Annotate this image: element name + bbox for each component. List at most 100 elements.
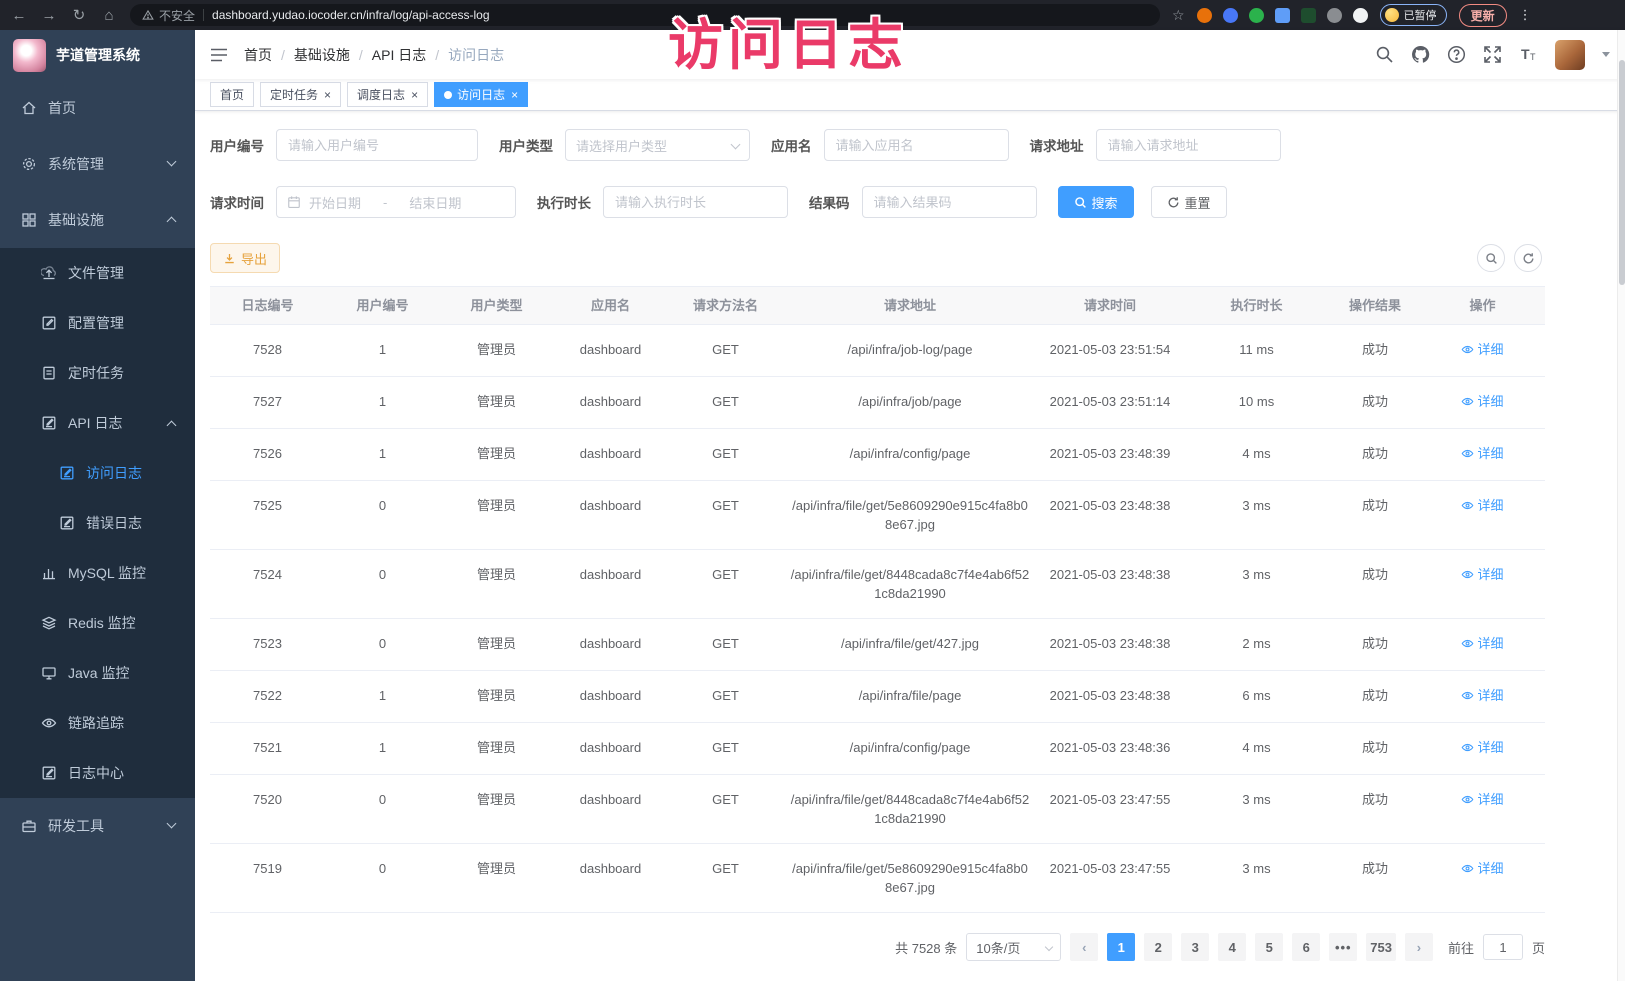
table-cell-action: 详细 <box>1420 619 1545 670</box>
fullscreen-icon[interactable] <box>1483 45 1502 64</box>
extension-orange-icon[interactable] <box>1197 8 1212 23</box>
reset-button[interactable]: 重置 <box>1151 186 1227 218</box>
breadcrumb-item[interactable]: API 日志 <box>372 45 426 65</box>
sidebar-item-错误日志[interactable]: 错误日志 <box>0 498 195 548</box>
help-icon[interactable] <box>1447 45 1466 64</box>
reload-icon[interactable]: ↻ <box>70 8 88 23</box>
detail-link[interactable]: 详细 <box>1461 859 1503 878</box>
tab-定时任务[interactable]: 定时任务× <box>260 82 341 107</box>
extension-green-icon[interactable] <box>1249 8 1264 23</box>
extension-shield-icon[interactable] <box>1223 8 1238 23</box>
app-logo-row[interactable]: 芋道管理系统 <box>0 30 195 80</box>
app-name-input[interactable] <box>824 129 1009 161</box>
close-icon[interactable]: × <box>411 89 418 101</box>
sidebar-item-MySQL 监控[interactable]: MySQL 监控 <box>0 548 195 598</box>
prev-page-button[interactable]: ‹ <box>1070 933 1098 961</box>
not-secure-warning[interactable]: 不安全 <box>142 7 195 24</box>
sidebar-item-链路追踪[interactable]: 链路追踪 <box>0 698 195 748</box>
sidebar-item-基础设施[interactable]: 基础设施 <box>0 192 195 248</box>
page-button-3[interactable]: 3 <box>1181 933 1209 961</box>
sidebar-item-API 日志[interactable]: API 日志 <box>0 398 195 448</box>
profile-paused-badge[interactable]: 已暂停 <box>1380 4 1447 26</box>
toggle-search-button[interactable] <box>1477 244 1505 272</box>
duration-input[interactable] <box>603 186 788 218</box>
table-cell: dashboard <box>553 844 668 912</box>
page-size-select[interactable]: 10条/页 <box>966 933 1061 961</box>
result-code-input[interactable] <box>862 186 1037 218</box>
font-size-icon[interactable]: TT <box>1519 45 1538 64</box>
date-range-picker[interactable]: 开始日期 - 结束日期 <box>276 186 516 218</box>
search-button[interactable]: 搜索 <box>1058 186 1134 218</box>
sidebar-item-系统管理[interactable]: 系统管理 <box>0 136 195 192</box>
sidebar-item-研发工具[interactable]: 研发工具 <box>0 798 195 854</box>
export-button[interactable]: 导出 <box>210 243 280 273</box>
page-button-753[interactable]: 753 <box>1366 933 1396 961</box>
avatar[interactable] <box>1555 40 1585 70</box>
page-button-6[interactable]: 6 <box>1292 933 1320 961</box>
eye-icon <box>1461 741 1474 754</box>
next-page-button[interactable]: › <box>1405 933 1433 961</box>
refresh-button[interactable] <box>1514 244 1542 272</box>
bookmark-star-icon[interactable]: ☆ <box>1172 7 1185 24</box>
sidebar-item-文件管理[interactable]: 文件管理 <box>0 248 195 298</box>
tab-访问日志[interactable]: 访问日志× <box>434 82 528 107</box>
hamburger-icon[interactable] <box>210 48 228 62</box>
close-icon[interactable]: × <box>511 89 518 101</box>
request-url-input[interactable] <box>1096 129 1281 161</box>
table-cell: 0 <box>325 775 440 843</box>
detail-link[interactable]: 详细 <box>1461 340 1503 359</box>
page-button-1[interactable]: 1 <box>1107 933 1135 961</box>
scrollbar-thumb[interactable] <box>1619 60 1625 285</box>
svg-text:T: T <box>1521 46 1530 62</box>
detail-link[interactable]: 详细 <box>1461 634 1503 653</box>
extension-pinwheel-icon[interactable] <box>1353 8 1368 23</box>
page-button-2[interactable]: 2 <box>1144 933 1172 961</box>
log-icon <box>59 465 75 481</box>
sidebar-item-配置管理[interactable]: 配置管理 <box>0 298 195 348</box>
github-icon[interactable] <box>1411 45 1430 64</box>
extension-dark-green-icon[interactable] <box>1301 8 1316 23</box>
back-icon[interactable]: ← <box>10 8 28 23</box>
eye-icon <box>1461 343 1474 356</box>
eye-icon <box>1461 689 1474 702</box>
browser-update-button[interactable]: 更新 <box>1459 4 1507 27</box>
sidebar-item-Redis 监控[interactable]: Redis 监控 <box>0 598 195 648</box>
detail-link[interactable]: 详细 <box>1461 686 1503 705</box>
forward-icon[interactable]: → <box>40 8 58 23</box>
detail-link[interactable]: 详细 <box>1461 392 1503 411</box>
table-cell: 管理员 <box>440 377 553 428</box>
sidebar-item-Java 监控[interactable]: Java 监控 <box>0 648 195 698</box>
caret-down-icon[interactable] <box>1602 52 1610 57</box>
sidebar-item-定时任务[interactable]: 定时任务 <box>0 348 195 398</box>
home-icon[interactable]: ⌂ <box>100 8 118 23</box>
page-button-5[interactable]: 5 <box>1255 933 1283 961</box>
detail-link[interactable]: 详细 <box>1461 496 1503 515</box>
browser-menu-icon[interactable]: ⋮ <box>1519 7 1532 23</box>
breadcrumb-item[interactable]: 基础设施 <box>294 45 350 65</box>
detail-link[interactable]: 详细 <box>1461 444 1503 463</box>
close-icon[interactable]: × <box>324 89 331 101</box>
sidebar-item-日志中心[interactable]: 日志中心 <box>0 748 195 798</box>
detail-link[interactable]: 详细 <box>1461 790 1503 809</box>
filter-duration: 执行时长 <box>537 186 788 218</box>
more-pages-icon[interactable]: ••• <box>1329 933 1357 961</box>
extension-gray-icon[interactable] <box>1327 8 1342 23</box>
page-button-4[interactable]: 4 <box>1218 933 1246 961</box>
sidebar-item-首页[interactable]: 首页 <box>0 80 195 136</box>
table-cell: 7526 <box>210 429 325 480</box>
tab-首页[interactable]: 首页 <box>210 82 254 107</box>
sidebar-item-访问日志[interactable]: 访问日志 <box>0 448 195 498</box>
tab-调度日志[interactable]: 调度日志× <box>347 82 428 107</box>
address-bar[interactable]: 不安全 dashboard.yudao.iocoder.cn/infra/log… <box>130 4 1160 26</box>
user-id-input[interactable] <box>276 129 478 161</box>
goto-page-input[interactable] <box>1483 934 1523 960</box>
breadcrumb-item[interactable]: 首页 <box>244 45 272 65</box>
main-area: 首页/基础设施/API 日志/访问日志 TT <box>195 30 1625 981</box>
extension-puzzle-icon[interactable] <box>1275 8 1290 23</box>
table-cell-action: 详细 <box>1420 775 1545 843</box>
detail-link[interactable]: 详细 <box>1461 565 1503 584</box>
scrollbar[interactable] <box>1617 30 1625 981</box>
user-type-select[interactable]: 请选择用户类型 <box>565 129 750 161</box>
detail-link[interactable]: 详细 <box>1461 738 1503 757</box>
search-icon[interactable] <box>1375 45 1394 64</box>
